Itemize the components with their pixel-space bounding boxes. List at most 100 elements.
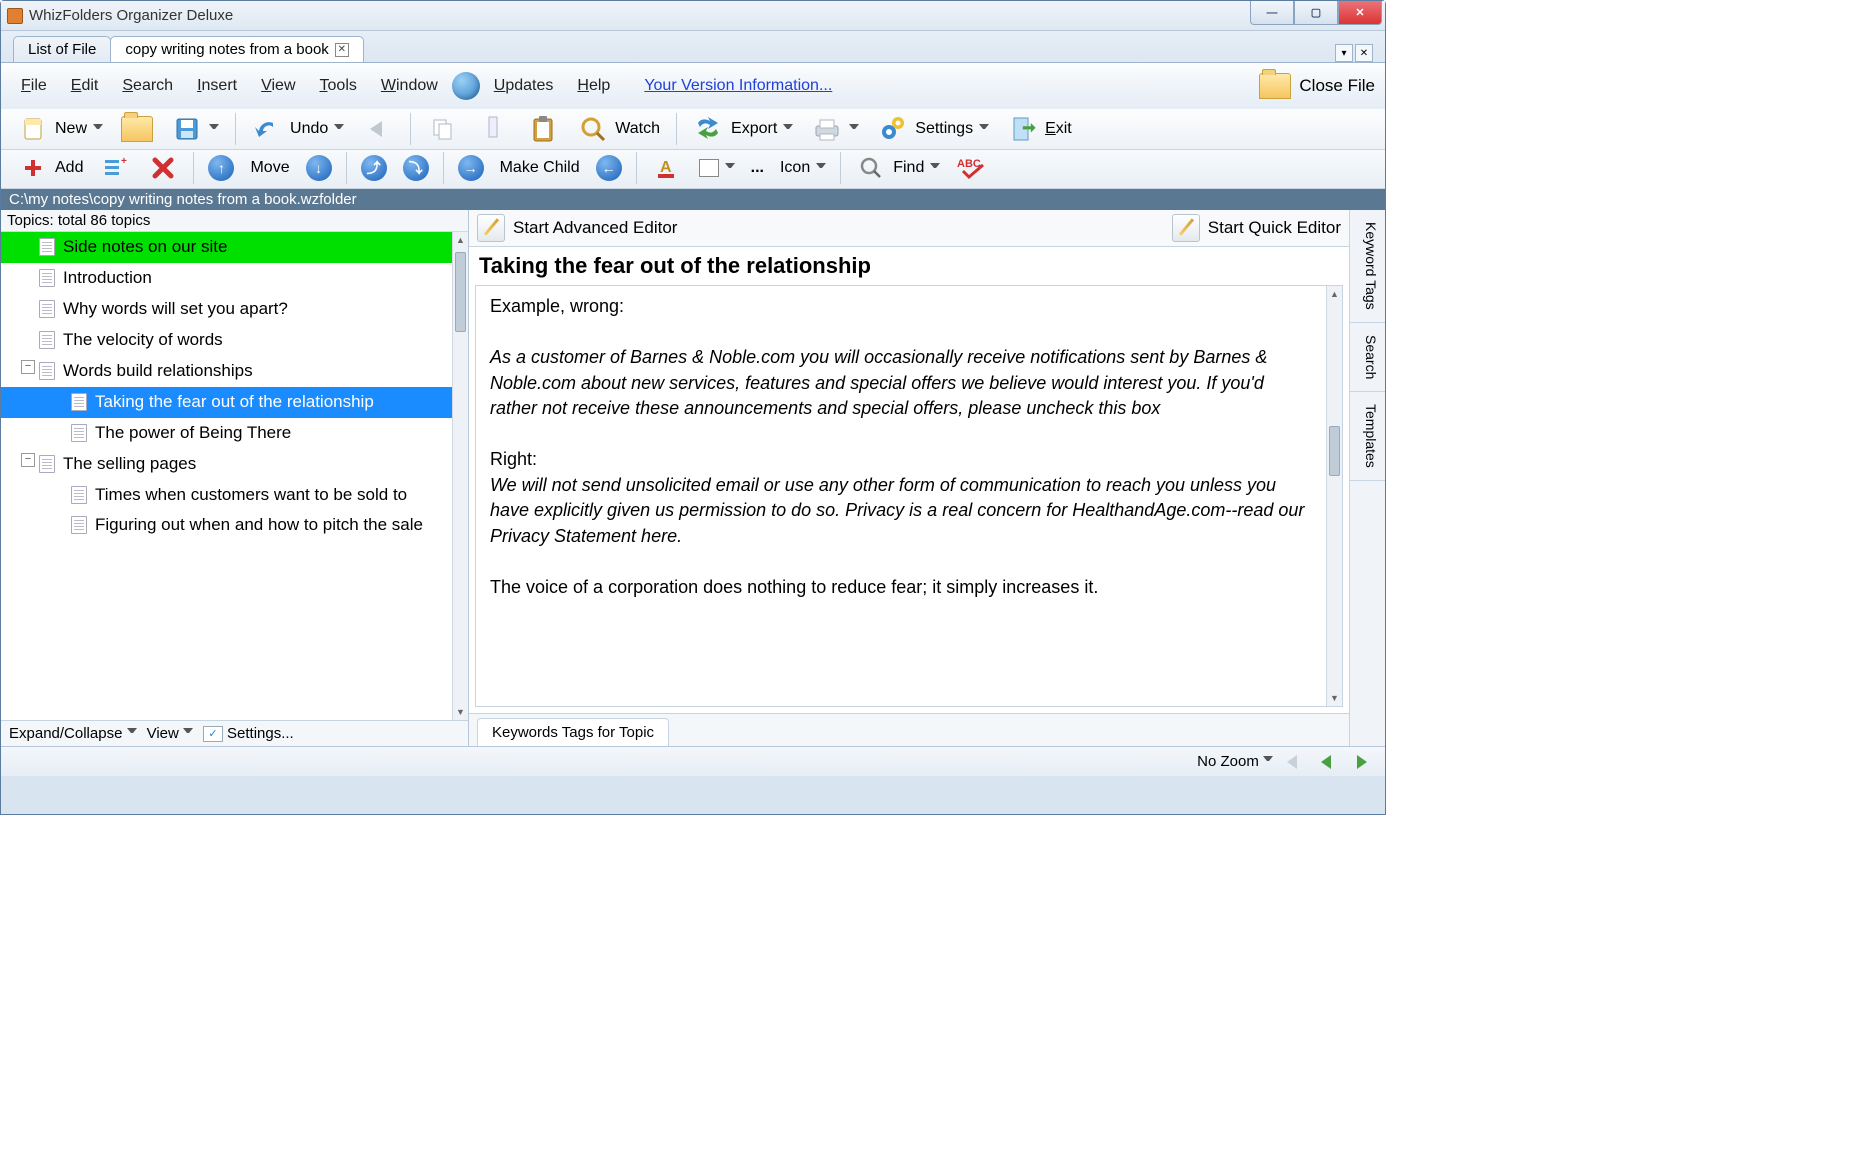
tree-scrollbar[interactable]: ▲ ▼ <box>452 232 468 720</box>
tree-node[interactable]: Why words will set you apart? <box>1 294 452 325</box>
maximize-button[interactable]: ▢ <box>1294 1 1338 25</box>
make-child-right-button[interactable]: → <box>452 153 490 183</box>
tree-node-label: Introduction <box>63 267 448 290</box>
nav-prev-disabled <box>1281 752 1307 772</box>
tree-node[interactable]: Taking the fear out of the relationship <box>1 387 452 418</box>
menu-search[interactable]: Search <box>112 73 183 99</box>
export-button[interactable]: Export <box>687 113 799 145</box>
add-button[interactable]: Add <box>11 152 89 184</box>
menu-help[interactable]: Help <box>567 73 620 99</box>
tree-node[interactable]: Side notes on our site <box>1 232 452 263</box>
settings-button[interactable]: Settings <box>871 113 995 145</box>
window-controls: — ▢ ✕ <box>1250 1 1382 25</box>
tree-node[interactable]: Times when customers want to be sold to <box>1 480 452 511</box>
more-button[interactable]: ... <box>745 157 770 179</box>
content-paragraph: Right: <box>490 447 1308 473</box>
tree-node[interactable]: The power of Being There <box>1 418 452 449</box>
bg-color-button[interactable] <box>693 157 741 179</box>
find-button[interactable]: Find <box>849 152 946 184</box>
new-button[interactable]: New <box>11 113 109 145</box>
start-advanced-editor-button[interactable]: Start Advanced Editor <box>477 214 677 242</box>
scroll-thumb[interactable] <box>455 252 466 332</box>
tab-close-button[interactable]: ✕ <box>1355 44 1373 62</box>
cut-button[interactable] <box>471 113 515 145</box>
menu-file[interactable]: File <box>11 73 57 99</box>
tree-node[interactable]: −The selling pages <box>1 449 452 480</box>
tree-expander-icon[interactable]: − <box>21 360 35 374</box>
spellcheck-button[interactable]: ABC <box>950 152 994 184</box>
undo-button[interactable]: Undo <box>246 113 350 145</box>
icon-picker[interactable]: Icon <box>774 157 832 179</box>
tree-settings-button[interactable]: ✓ Settings... <box>203 725 294 742</box>
nav-next-button[interactable] <box>1349 752 1375 772</box>
tab-current-document[interactable]: copy writing notes from a book ✕ <box>110 36 363 62</box>
tree-expander-icon[interactable]: − <box>21 453 35 467</box>
page-icon <box>39 300 55 318</box>
topics-tree[interactable]: Side notes on our site Introduction Why wo… <box>1 232 468 720</box>
save-button[interactable] <box>165 113 225 145</box>
back-button[interactable] <box>356 113 400 145</box>
tree-node[interactable]: The velocity of words <box>1 325 452 356</box>
delete-button[interactable] <box>141 152 185 184</box>
add-list-button[interactable]: + <box>93 152 137 184</box>
new-file-icon <box>17 115 49 143</box>
font-color-icon: A <box>651 154 683 182</box>
close-file-button[interactable]: Close File <box>1259 73 1375 99</box>
expand-collapse-button[interactable]: Expand/Collapse <box>9 725 137 742</box>
file-path-bar: C:\my notes\copy writing notes from a bo… <box>1 189 1385 210</box>
tab-list-of-files[interactable]: List of File <box>13 36 111 62</box>
menu-edit[interactable]: Edit <box>61 73 109 99</box>
zoom-menu[interactable]: No Zoom <box>1197 753 1273 770</box>
sidetab-search[interactable]: Search <box>1350 323 1385 392</box>
paste-button[interactable] <box>521 113 565 145</box>
nav-prev-button[interactable] <box>1315 752 1341 772</box>
sidetab-templates[interactable]: Templates <box>1350 392 1385 481</box>
plus-icon <box>17 154 49 182</box>
keywords-tab[interactable]: Keywords Tags for Topic <box>477 718 669 746</box>
open-button[interactable] <box>115 114 159 144</box>
printer-icon <box>811 115 843 143</box>
start-quick-editor-button[interactable]: Start Quick Editor <box>1172 214 1341 242</box>
version-info-link[interactable]: Your Version Information... <box>644 77 832 95</box>
menu-updates[interactable]: Updates <box>484 73 564 99</box>
tree-node[interactable]: Figuring out when and how to pitch the s… <box>1 510 452 541</box>
copy-button[interactable] <box>421 113 465 145</box>
tree-view-button[interactable]: View <box>147 725 193 742</box>
menu-insert[interactable]: Insert <box>187 73 247 99</box>
tree-node[interactable]: −Words build relationships <box>1 356 452 387</box>
close-tab-icon[interactable]: ✕ <box>335 43 349 57</box>
scroll-down-icon[interactable]: ▼ <box>1327 690 1342 706</box>
pencil-paper-icon <box>477 214 505 242</box>
menu-view[interactable]: View <box>251 73 305 99</box>
scroll-thumb[interactable] <box>1329 426 1340 476</box>
move-bottom-button[interactable]: ⤵ <box>397 153 435 183</box>
pencil-note-icon <box>1172 214 1200 242</box>
content-scrollbar[interactable]: ▲ ▼ <box>1326 286 1342 706</box>
arrow-left-icon: ← <box>596 155 622 181</box>
scroll-up-icon[interactable]: ▲ <box>453 232 468 248</box>
content-area[interactable]: Example, wrong: As a customer of Barnes … <box>475 285 1343 707</box>
exit-button[interactable]: Exit <box>1001 113 1078 145</box>
scroll-down-icon[interactable]: ▼ <box>453 704 468 720</box>
move-top-button[interactable]: ⤴ <box>355 153 393 183</box>
minimize-button[interactable]: — <box>1250 1 1294 25</box>
main-toolbar: New Undo Watch Export Settings <box>1 109 1385 150</box>
move-up-button[interactable]: ↑ <box>202 153 240 183</box>
scroll-up-icon[interactable]: ▲ <box>1327 286 1342 302</box>
make-child-left-button[interactable]: ← <box>590 153 628 183</box>
tab-dropdown-button[interactable]: ▾ <box>1335 44 1353 62</box>
tree-node-label: Why words will set you apart? <box>63 298 448 321</box>
print-button[interactable] <box>805 113 865 145</box>
close-button[interactable]: ✕ <box>1338 1 1382 25</box>
watch-button[interactable]: Watch <box>571 113 666 145</box>
sidetab-keyword-tags[interactable]: Keyword Tags <box>1350 210 1385 323</box>
move-down-button[interactable]: ↓ <box>300 153 338 183</box>
tree-node[interactable]: Introduction <box>1 263 452 294</box>
menu-window[interactable]: Window <box>371 73 448 99</box>
topics-panel: Topics: total 86 topics Side notes on ou… <box>1 210 469 746</box>
menu-tools[interactable]: Tools <box>310 73 367 99</box>
statusbar: No Zoom <box>1 746 1385 776</box>
topics-footer: Expand/Collapse View ✓ Settings... <box>1 720 468 746</box>
app-window: WhizFolders Organizer Deluxe — ▢ ✕ List … <box>0 0 1386 815</box>
text-color-button[interactable]: A <box>645 152 689 184</box>
